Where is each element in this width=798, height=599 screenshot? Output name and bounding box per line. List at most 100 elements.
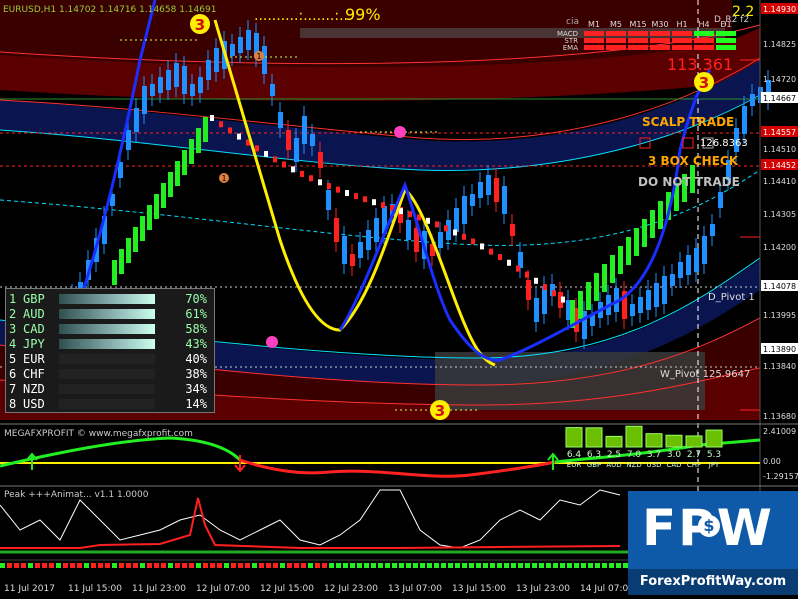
strip-cell	[539, 563, 544, 568]
candle	[174, 63, 179, 87]
strip-cell	[49, 563, 54, 568]
candle	[702, 236, 707, 264]
signal-dot	[354, 193, 358, 200]
time-label: 11 Jul 15:00	[68, 584, 122, 594]
strip-cell	[119, 563, 124, 568]
signal-cell	[628, 38, 648, 43]
strength-percent: 43%	[185, 336, 207, 351]
strip-cell	[399, 563, 404, 568]
signal-dot	[480, 243, 484, 250]
signal-dot	[273, 156, 277, 163]
strength-value: 2.7	[687, 450, 701, 460]
strip-cell	[315, 563, 320, 568]
box-check-label: 3 BOX CHECK	[648, 154, 739, 168]
signal-dot	[228, 127, 232, 134]
strength-currency: AUD	[606, 461, 621, 469]
candle	[534, 298, 539, 322]
candle	[334, 218, 339, 242]
candle	[750, 94, 755, 106]
signal-cell	[672, 31, 692, 36]
marker-3-top: 3	[190, 14, 210, 34]
trend-bar	[658, 201, 663, 229]
trend-bar	[147, 205, 152, 230]
strip-cell	[280, 563, 285, 568]
strip-cell	[448, 563, 453, 568]
currency-code: CAD	[23, 321, 45, 336]
strength-percent: 58%	[185, 321, 207, 336]
strip-cell	[301, 563, 306, 568]
strength-percent: 70%	[185, 291, 207, 306]
strip-cell	[196, 563, 201, 568]
signal-dot	[372, 199, 376, 206]
marker-3-bottom: 3	[430, 400, 450, 420]
signal-cell	[650, 38, 670, 43]
peak-title: Peak +++Animat... v1.1 1.0000	[4, 490, 149, 500]
strip-cell	[427, 563, 432, 568]
candle	[654, 283, 659, 307]
candle	[670, 274, 675, 286]
timeframe-header: H1	[676, 20, 687, 29]
website-label: ForexProfitWay.com	[628, 569, 798, 595]
strip-cell	[28, 563, 33, 568]
strength-row-chf: 6 CHF 38%	[9, 366, 211, 381]
strip-cell	[322, 563, 327, 568]
candle	[150, 84, 155, 96]
strip-cell	[413, 563, 418, 568]
candle	[278, 112, 283, 128]
percent-readout: 99%	[345, 5, 381, 24]
signal-dot	[561, 296, 565, 303]
strength-gradient-bar	[59, 293, 155, 304]
candle	[526, 280, 531, 300]
weekly-pivot-label: W_Pivot 125.9647	[660, 369, 750, 380]
strip-cell	[224, 563, 229, 568]
candle	[662, 276, 667, 304]
signal-cell	[628, 31, 648, 36]
trend-bar	[586, 282, 591, 310]
signal-dot	[210, 115, 214, 121]
strip-cell	[371, 563, 376, 568]
strip-cell	[231, 563, 236, 568]
strip-cell	[210, 563, 215, 568]
strength-gradient-bar	[59, 398, 155, 409]
trend-bar	[182, 150, 187, 175]
signal-cell	[650, 45, 670, 50]
strip-cell	[0, 563, 5, 568]
candle	[542, 286, 547, 314]
svg-text:3: 3	[195, 16, 205, 34]
currency-code: AUD	[23, 306, 45, 321]
price-label: 1.14078	[763, 282, 796, 291]
marker-pink-2	[266, 336, 278, 348]
strip-cell	[329, 563, 334, 568]
rank: 8	[9, 396, 17, 411]
candle	[310, 134, 315, 146]
candle	[238, 37, 243, 53]
strength-value: 2.5	[607, 450, 621, 460]
trend-bar	[594, 273, 599, 301]
candle	[694, 248, 699, 272]
signal-dot	[498, 254, 502, 261]
candle	[686, 255, 691, 275]
rank: 4	[9, 336, 17, 351]
strip-cell	[525, 563, 530, 568]
strip-cell	[462, 563, 467, 568]
candle	[302, 116, 307, 144]
candle	[190, 84, 195, 96]
strip-cell	[161, 563, 166, 568]
brand-logo: FPW $ ForexProfitWay.com	[628, 491, 798, 595]
currency-code: NZD	[23, 381, 45, 396]
rank: 2	[9, 306, 17, 321]
candle	[262, 46, 267, 74]
strip-cell	[455, 563, 460, 568]
candle	[742, 106, 747, 134]
signal-dot	[543, 284, 547, 291]
strip-cell	[588, 563, 593, 568]
signal-cell	[628, 45, 648, 50]
svg-text:1: 1	[256, 52, 261, 61]
signal-cell	[606, 31, 626, 36]
signal-cell	[672, 45, 692, 50]
signal-dot	[345, 189, 349, 196]
price-label: 1.13840	[763, 362, 796, 371]
megafx-axis-label: 0.00	[763, 457, 781, 466]
marker-3-right: 3	[694, 72, 714, 92]
candle	[518, 252, 523, 268]
